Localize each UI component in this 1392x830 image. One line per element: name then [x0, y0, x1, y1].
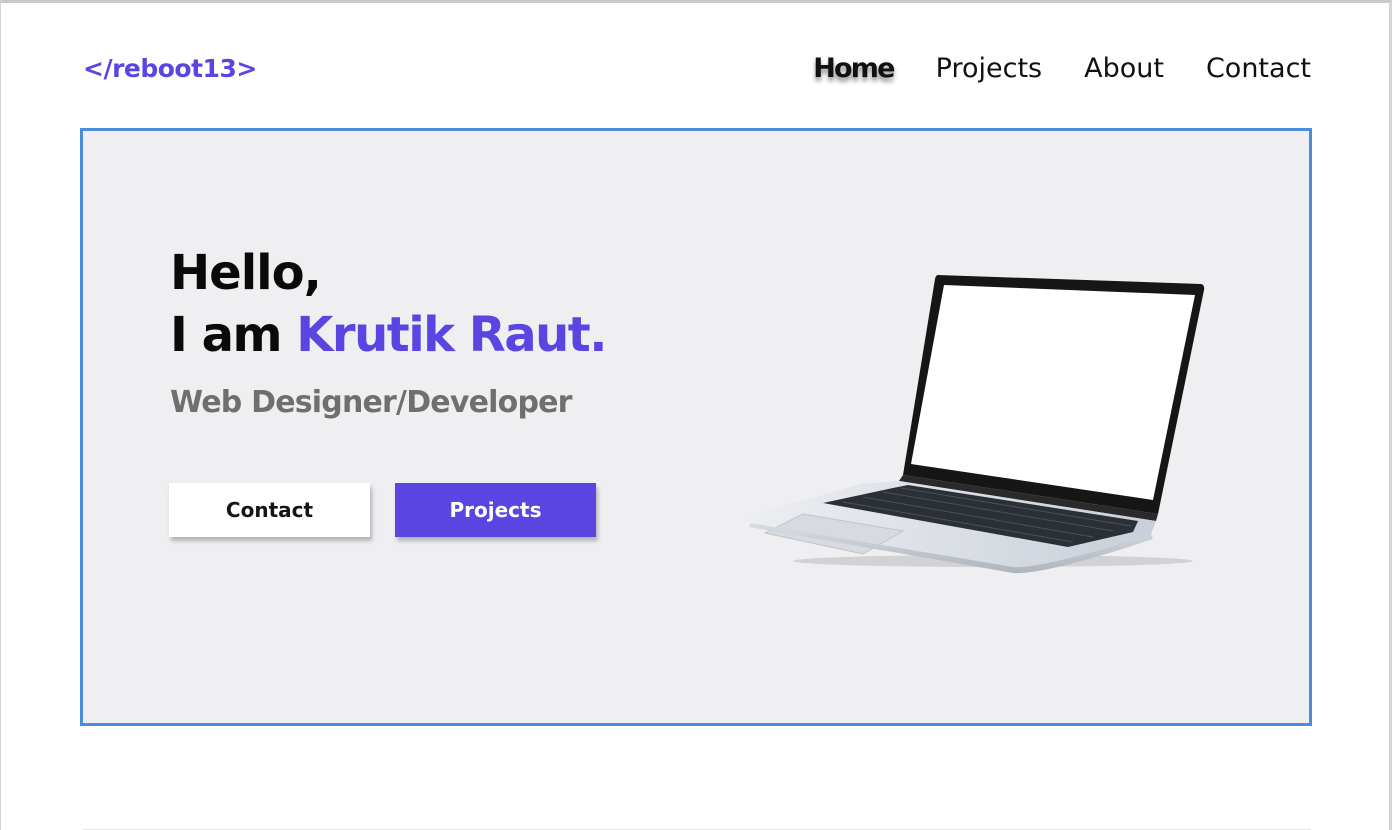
- hero-role: Web Designer/Developer: [170, 385, 572, 420]
- hero-intro: I am Krutik Raut.: [170, 311, 607, 359]
- nav-link-home[interactable]: Home: [813, 53, 895, 84]
- hero-section: Hello, I am Krutik Raut. Web Designer/De…: [80, 128, 1312, 726]
- nav-link-projects[interactable]: Projects: [936, 53, 1042, 84]
- projects-button[interactable]: Projects: [395, 483, 596, 537]
- hero-intro-prefix: I am: [170, 307, 282, 363]
- hero-name: Krutik Raut.: [296, 307, 607, 363]
- page: </reboot13> Home Projects About Contact …: [0, 0, 1392, 830]
- site-logo[interactable]: </reboot13>: [83, 54, 257, 83]
- nav-link-contact[interactable]: Contact: [1206, 53, 1311, 84]
- navbar: </reboot13> Home Projects About Contact: [83, 49, 1311, 93]
- nav-link-about[interactable]: About: [1084, 53, 1164, 84]
- laptop-screen: [911, 285, 1195, 500]
- nav-menu: Home Projects About Contact: [771, 53, 1311, 84]
- laptop-illustration: [748, 275, 1205, 574]
- contact-button[interactable]: Contact: [169, 483, 370, 537]
- hero-greeting: Hello,: [170, 245, 322, 301]
